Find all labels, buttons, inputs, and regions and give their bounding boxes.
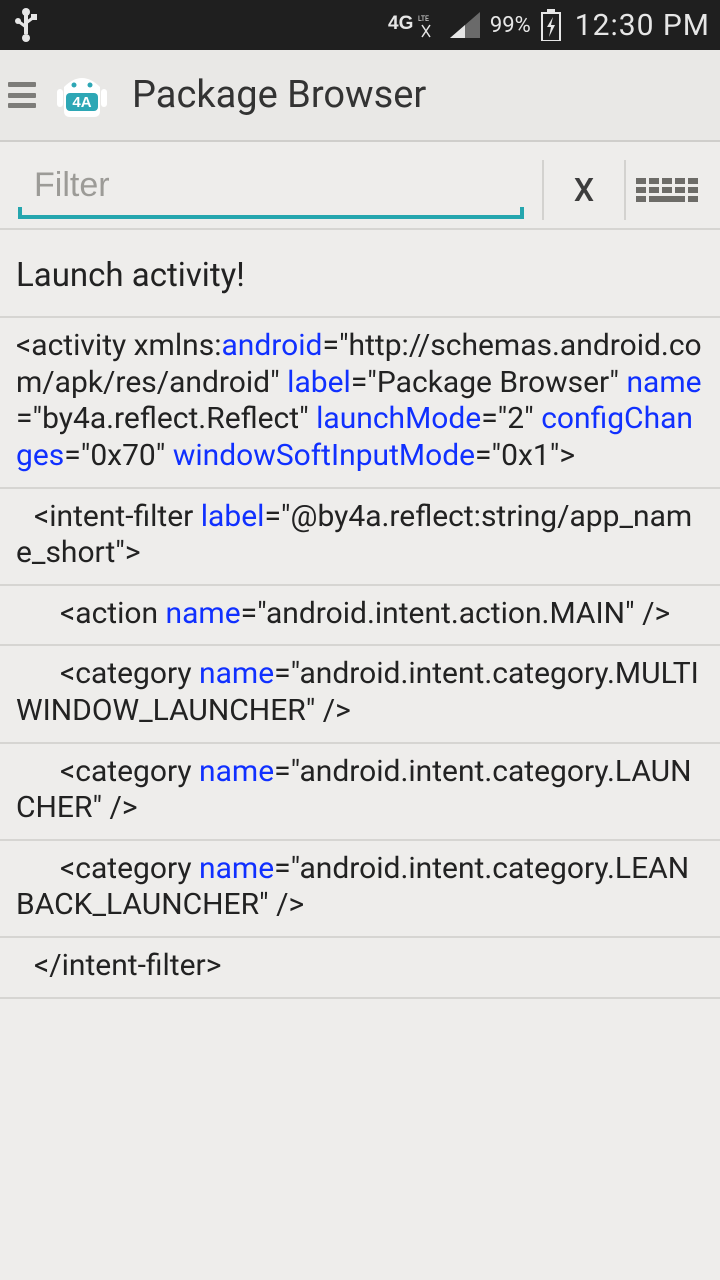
app-bar: 4A Package Browser [0,50,720,142]
network-4g-icon: 4G LTE [388,11,440,39]
xml-text: ="0x70" [64,438,173,473]
content: Launch activity! <activity xmlns:android… [0,230,720,999]
xml-attr: launchMode [316,401,481,436]
xml-text: <category [60,851,199,886]
filter-input[interactable] [18,162,524,215]
xml-attr: windowSoftInputMode [173,438,475,473]
svg-text:4G: 4G [388,13,413,34]
xml-text: <intent-filter [34,499,201,534]
row-category-2[interactable]: <category name="android.intent.category.… [0,744,720,841]
keyboard-icon[interactable] [632,178,702,202]
xml-text: ="2" [481,401,541,436]
xml-text: </intent-filter> [34,948,221,983]
xml-text: ="android.intent.action.MAIN" /> [241,596,671,631]
page-title: Package Browser [132,73,426,117]
xml-text: <action [60,596,166,631]
xml-attr: label [201,499,265,534]
battery-charging-icon [541,9,561,41]
filter-bar: X [0,142,720,230]
clock: 12:30 PM [575,8,710,43]
xml-attr: name [626,365,701,400]
svg-text:4A: 4A [72,94,91,111]
svg-text:LTE: LTE [418,15,429,23]
xml-attr: name [199,656,274,691]
xml-attr: name [199,754,274,789]
xml-text: <category [60,754,199,789]
row-category-1[interactable]: <category name="android.intent.category.… [0,646,720,743]
xml-text: ="Package Browser" [351,365,627,400]
app-logo-icon: 4A [54,67,110,123]
xml-attr: label [287,365,351,400]
battery-percent: 99% [490,13,531,38]
clear-button[interactable]: X [550,171,618,209]
row-action[interactable]: <action name="android.intent.action.MAIN… [0,586,720,647]
xml-attr: name [166,596,241,631]
signal-icon [450,12,480,38]
usb-icon [14,7,38,43]
row-launch[interactable]: Launch activity! [0,230,720,318]
xml-text: <category [60,656,199,691]
row-close-intent-filter[interactable]: </intent-filter> [0,938,720,999]
row-intent-filter[interactable]: <intent-filter label="@by4a.reflect:stri… [0,489,720,586]
xml-text: ="0x1"> [475,438,575,473]
xml-text: <activity xmlns: [16,328,221,363]
separator [542,160,544,220]
xml-text: ="by4a.reflect.Reflect" [16,401,316,436]
menu-icon[interactable] [8,80,36,110]
separator [624,160,626,220]
xml-attr: android [221,328,322,363]
xml-attr: name [199,851,274,886]
row-activity[interactable]: <activity xmlns:android="http://schemas.… [0,318,720,488]
row-category-3[interactable]: <category name="android.intent.category.… [0,841,720,938]
status-bar: 4G LTE 99% 12:30 PM [0,0,720,50]
